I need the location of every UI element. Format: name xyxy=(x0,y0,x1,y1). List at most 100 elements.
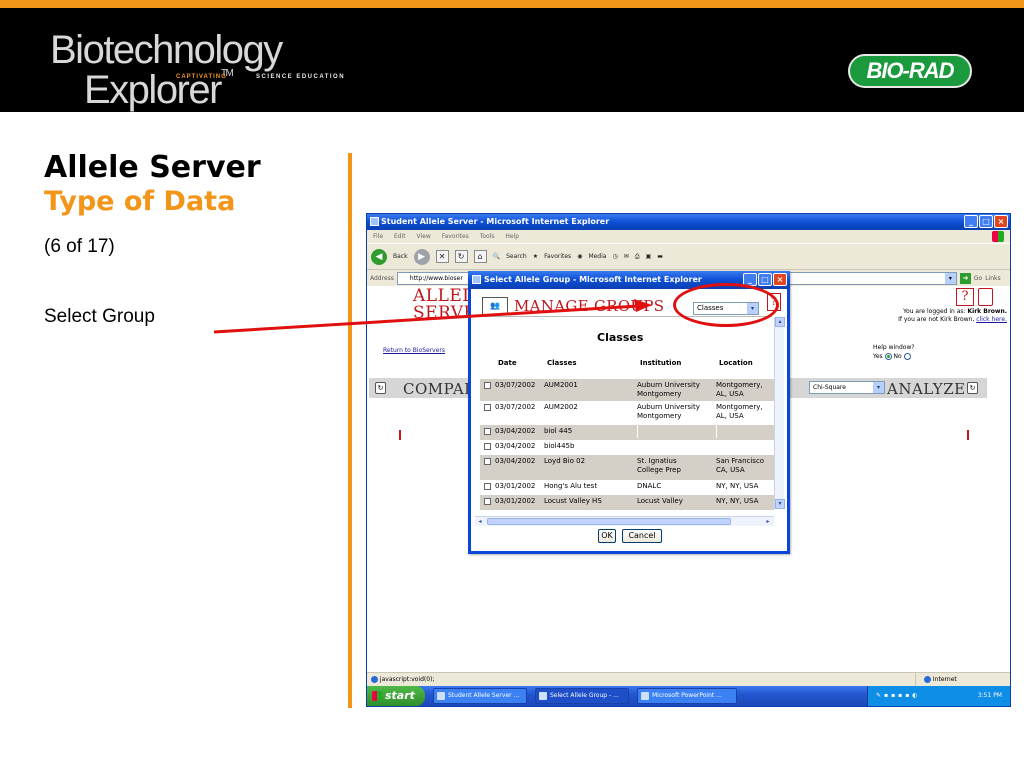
table-row[interactable]: 03/04/2002 biol 445 xyxy=(480,425,774,440)
folder-icon[interactable]: ▬ xyxy=(657,253,663,260)
task-select-group[interactable]: Select Allele Group - ... xyxy=(535,688,629,704)
compare-icon[interactable]: ↻ xyxy=(375,382,386,394)
table-row[interactable]: 03/07/2002 AUM2001 Auburn University Mont… xyxy=(480,379,774,401)
horizontal-scrollbar[interactable]: ◂ ▸ xyxy=(475,516,774,526)
address-label: Address xyxy=(370,274,394,282)
table-row[interactable]: 03/01/2002 Locust Valley HS Locust Valle… xyxy=(480,495,774,510)
scroll-thumb[interactable] xyxy=(487,518,731,525)
dialog-close-button[interactable]: × xyxy=(773,273,787,286)
table-row[interactable]: 03/01/2002 Hong's Alu test DNALC NY, NY,… xyxy=(480,480,774,495)
search-button-label[interactable]: Search xyxy=(506,253,527,260)
close-button[interactable]: × xyxy=(994,215,1008,228)
col-classes: Classes xyxy=(547,359,577,367)
ie-icon xyxy=(370,217,379,226)
task-powerpoint[interactable]: Microsoft PowerPoint ... xyxy=(637,688,737,704)
menu-file[interactable]: File xyxy=(373,233,383,240)
analyze-icon[interactable]: ↻ xyxy=(967,382,978,394)
row-checkbox[interactable] xyxy=(484,458,491,465)
minimize-button[interactable]: _ xyxy=(964,215,978,228)
links-button[interactable]: Links xyxy=(985,275,1000,282)
col-institution: Institution xyxy=(640,359,682,367)
back-button-label[interactable]: Back xyxy=(393,253,408,260)
menu-help[interactable]: Help xyxy=(505,233,519,240)
analyze-button[interactable]: ANALYZE xyxy=(887,380,966,398)
maximize-button[interactable]: □ xyxy=(979,215,993,228)
logout-link[interactable]: click here. xyxy=(976,316,1007,323)
address-value: http://www.bioser xyxy=(409,274,463,282)
edit-icon[interactable]: ▣ xyxy=(646,253,652,260)
divider-line xyxy=(348,153,352,708)
ie-title-bar: Student Allele Server - Microsoft Intern… xyxy=(367,214,1010,230)
favorites-star-icon[interactable]: ★ xyxy=(533,253,538,260)
scroll-down-icon[interactable]: ▾ xyxy=(775,499,785,509)
row-checkbox[interactable] xyxy=(484,382,491,389)
task-allele-server[interactable]: Student Allele Server ... xyxy=(433,688,527,704)
go-button[interactable]: Go xyxy=(974,275,982,282)
row-checkbox[interactable] xyxy=(484,428,491,435)
go-arrow-icon[interactable]: ➜ xyxy=(959,272,971,284)
scroll-up-icon[interactable]: ▴ xyxy=(775,317,785,327)
menu-tools[interactable]: Tools xyxy=(480,233,495,240)
clock: 3:51 PM xyxy=(977,692,1002,699)
tray-icons[interactable]: ✎▪▪▪▪◐ xyxy=(876,686,921,706)
history-icon[interactable]: ◷ xyxy=(612,253,617,260)
windows-flag-icon xyxy=(992,231,1004,242)
ie-icon xyxy=(472,275,481,284)
favorites-button-label[interactable]: Favorites xyxy=(544,253,571,260)
powerpoint-icon xyxy=(641,692,649,700)
slide-title: Allele Server xyxy=(44,150,261,185)
help-document-icon[interactable] xyxy=(978,288,993,306)
analysis-select[interactable]: Chi-Square ▾ xyxy=(809,381,885,394)
print-icon[interactable]: ⎙ xyxy=(635,253,640,261)
scroll-left-icon[interactable]: ◂ xyxy=(475,517,485,526)
row-checkbox[interactable] xyxy=(484,404,491,411)
forward-arrow-icon[interactable]: ▶ xyxy=(413,248,430,265)
manage-groups-button[interactable]: MANAGE GROUPS xyxy=(514,297,664,315)
classes-heading: Classes xyxy=(597,331,644,344)
status-text: javascript:void(0); xyxy=(371,673,434,686)
menu-bar: File Edit View Favorites Tools Help xyxy=(367,230,1010,243)
row-checkbox[interactable] xyxy=(484,443,491,450)
table-row[interactable]: 03/04/2002 biol445b xyxy=(480,440,774,455)
help-no-radio[interactable] xyxy=(903,353,911,360)
home-icon[interactable]: ⌂ xyxy=(473,250,487,263)
slide-subtitle: Type of Data xyxy=(44,186,236,217)
top-accent-stripe xyxy=(0,0,1024,8)
help-yes-radio[interactable] xyxy=(884,353,892,360)
page-icon xyxy=(371,676,378,683)
dialog-maximize-button[interactable]: □ xyxy=(758,273,772,286)
vertical-scrollbar[interactable]: ▴ ▾ xyxy=(774,317,785,509)
cancel-button[interactable]: Cancel xyxy=(622,529,662,543)
group-people-icon: 👥 xyxy=(482,297,508,315)
stop-icon[interactable]: ✕ xyxy=(435,250,449,263)
menu-view[interactable]: View xyxy=(417,233,431,240)
menu-favorites[interactable]: Favorites xyxy=(442,233,469,240)
select-group-dialog: Select Allele Group - Microsoft Internet… xyxy=(468,271,790,554)
classes-table: 03/07/2002 AUM2001 Auburn University Mont… xyxy=(480,379,774,515)
start-button[interactable]: start xyxy=(367,686,425,706)
col-date: Date xyxy=(498,359,517,367)
search-icon[interactable]: 🔍 xyxy=(493,253,500,260)
dialog-title: Select Allele Group - Microsoft Internet… xyxy=(484,275,702,284)
return-to-bioservers-link[interactable]: Return to BioServers xyxy=(383,347,445,354)
help-window-toggle: Help window? Yes No xyxy=(873,344,915,360)
taskbar: start Student Allele Server ... Select A… xyxy=(367,686,1010,706)
table-row[interactable]: 03/04/2002 Loyd Bio 02 St. Ignatius Colle… xyxy=(480,455,774,480)
logo-biotechnology: Biotechnology xyxy=(50,28,283,72)
table-row[interactable]: 03/07/2002 AUM2002 Auburn University Mont… xyxy=(480,401,774,425)
back-arrow-icon[interactable]: ◀ xyxy=(371,248,387,265)
ok-button[interactable]: OK xyxy=(598,529,616,543)
chevron-down-icon[interactable]: ▾ xyxy=(873,382,884,393)
refresh-icon[interactable]: ↻ xyxy=(454,250,468,263)
media-button-label[interactable]: Media xyxy=(588,253,606,260)
address-dropdown-icon[interactable]: ▾ xyxy=(944,272,956,284)
menu-edit[interactable]: Edit xyxy=(394,233,406,240)
zone-indicator: Internet xyxy=(915,673,957,686)
row-checkbox[interactable] xyxy=(484,483,491,490)
row-checkbox[interactable] xyxy=(484,498,491,505)
mail-icon[interactable]: ✉ xyxy=(624,253,629,260)
bio-rad-logo: BIO-RAD xyxy=(848,54,972,88)
media-icon[interactable]: ◉ xyxy=(577,253,582,260)
scroll-right-icon[interactable]: ▸ xyxy=(763,517,773,526)
help-question-icon[interactable]: ? xyxy=(956,288,974,306)
